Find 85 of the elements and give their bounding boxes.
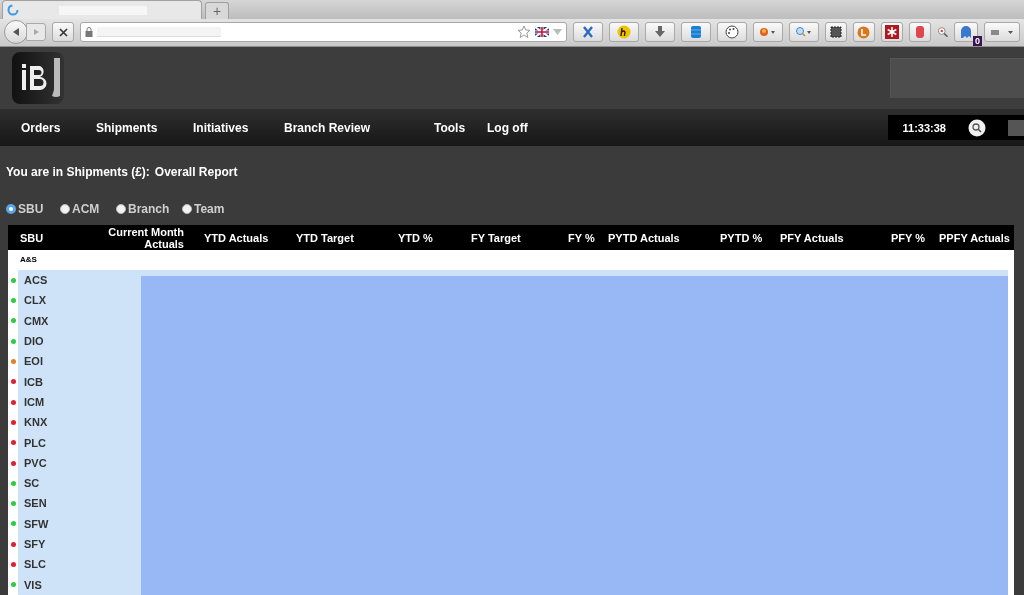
search-extension-button[interactable] [788,22,819,43]
selection-icon [829,26,842,39]
canister-extension-button[interactable] [908,22,931,43]
database-extension-button[interactable] [680,22,711,43]
column-header: FY % [568,230,596,246]
sbu-name[interactable]: CLX [24,292,46,309]
sbu-name[interactable]: SEN [24,495,47,512]
download-button[interactable] [644,22,675,43]
sbu-name[interactable]: ACS [24,272,48,289]
coin-icon [616,25,631,40]
back-button[interactable] [4,20,28,45]
sbu-name[interactable]: PVC [24,454,47,472]
sbu-name[interactable]: SFW [24,515,49,533]
l-extension-button[interactable] [852,22,875,43]
report-title: Overall Report [154,164,238,182]
database-icon [689,25,702,40]
sbu-name[interactable]: VIS [24,576,42,594]
sbu-name[interactable]: SFY [24,536,46,553]
column-header: PFY Actuals [780,230,845,246]
stop-button[interactable] [52,22,74,43]
column-header: PYTD Actuals [608,230,681,246]
x-extension-button[interactable] [572,22,603,43]
l-circle-icon [857,25,870,39]
sbu-name[interactable]: CMX [24,312,49,330]
sbu-name[interactable]: EOI [24,353,43,370]
ghost-icon [960,25,972,40]
nav-link[interactable]: Tools [434,118,487,137]
column-header: YTD Target [295,230,355,246]
radio-label: SBU [18,201,44,219]
radio-button[interactable] [182,204,192,215]
screenshot-extension-button[interactable] [824,22,847,43]
close-icon [58,27,68,37]
magnifier-icon[interactable] [936,26,948,39]
radio-label: Branch [128,201,170,219]
flag-icon[interactable] [534,27,549,38]
sbu-name[interactable]: PLC [24,434,46,451]
lock-icon [85,27,93,38]
h-extension-button[interactable] [608,22,639,43]
back-arrow-icon [11,27,21,38]
column-header: PYTD % [720,230,764,246]
group-label: A&S [20,254,37,267]
new-tab-button[interactable]: + [205,2,229,19]
sbu-name[interactable]: ICM [24,393,45,411]
sbu-name[interactable]: ICB [24,373,43,391]
palette-icon [724,25,739,40]
column-header: FY Target [470,230,522,246]
canister-icon [914,25,925,40]
sbu-name[interactable]: KNX [24,414,48,431]
password-extension-button[interactable] [880,22,903,43]
nav-link[interactable]: Log off [487,118,567,137]
nav-link[interactable]: Shipments [96,118,193,137]
radio-button[interactable] [6,204,16,215]
firebug-extension-button[interactable] [752,22,783,43]
logo[interactable] [12,52,64,105]
nav-link[interactable]: Initiatives [193,118,284,137]
column-header: PPFY Actuals [939,230,1011,246]
column-header: Current Month Actuals [107,225,185,250]
nav-link[interactable]: Branch Review [284,118,434,137]
radio-button[interactable] [60,204,70,215]
search-field[interactable] [1008,119,1024,136]
column-header: PFY % [891,230,927,246]
palette-extension-button[interactable] [716,22,747,43]
radio-label: Team [194,201,225,219]
search-icon[interactable] [968,118,986,137]
loading-icon [7,4,19,16]
download-arrow-icon [653,26,666,39]
radio-label: ACM [72,201,100,219]
nav-link[interactable]: Orders [21,118,96,137]
star-icon[interactable] [516,25,531,40]
search-icon [794,26,813,39]
ghost-extension-button[interactable] [954,22,978,43]
radio-button[interactable] [116,204,126,215]
notification-badge: 0 [973,36,982,47]
sbu-name[interactable]: SLC [24,556,46,573]
x-letter-icon [581,26,594,39]
sbu-name[interactable]: DIO [24,333,44,350]
column-header: YTD % [398,230,434,246]
column-header: SBU [19,230,45,246]
breadcrumb-label: You are in Shipments (£): [6,164,150,182]
tools-menu-button[interactable] [984,22,1020,43]
clock-time: 11:33:38 [902,120,946,136]
asterisk-icon [884,25,899,40]
forward-arrow-icon [32,28,40,37]
column-header: YTD Actuals [203,230,270,246]
sbu-name[interactable]: SC [24,475,40,492]
